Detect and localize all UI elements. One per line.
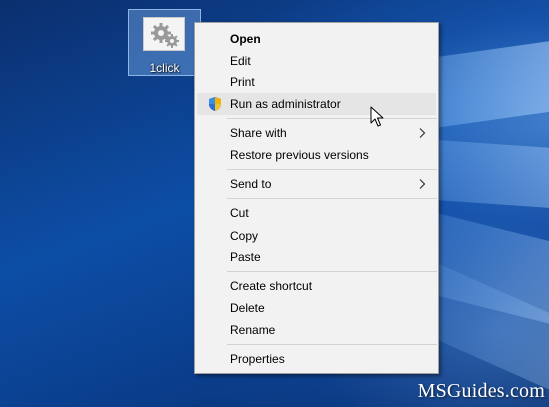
menu-item-run-as-administrator[interactable]: Run as administrator bbox=[197, 93, 436, 115]
menu-separator bbox=[227, 344, 437, 345]
desktop-background: 1click Open Edit Print Run as administra… bbox=[0, 0, 549, 407]
menu-separator bbox=[227, 169, 437, 170]
menu-item-label: Create shortcut bbox=[230, 279, 313, 293]
desktop-icon-1click[interactable]: 1click bbox=[128, 9, 201, 76]
mouse-pointer-icon bbox=[370, 106, 384, 127]
menu-item-label: Edit bbox=[230, 54, 251, 68]
uac-shield-icon bbox=[209, 97, 221, 111]
menu-item-restore-previous-versions[interactable]: Restore previous versions bbox=[197, 144, 436, 166]
menu-item-label: Share with bbox=[230, 126, 287, 140]
menu-separator bbox=[227, 198, 437, 199]
desktop-icon-label: 1click bbox=[149, 61, 180, 75]
menu-item-label: Open bbox=[230, 32, 261, 46]
menu-item-label: Delete bbox=[230, 301, 265, 315]
menu-item-print[interactable]: Print bbox=[197, 71, 436, 93]
chevron-right-icon bbox=[419, 179, 426, 189]
context-menu: Open Edit Print Run as administrator Sha… bbox=[194, 22, 439, 374]
menu-item-label: Run as administrator bbox=[230, 97, 341, 111]
menu-item-open[interactable]: Open bbox=[197, 28, 436, 50]
menu-item-create-shortcut[interactable]: Create shortcut bbox=[197, 275, 436, 297]
menu-item-send-to[interactable]: Send to bbox=[197, 173, 436, 195]
menu-item-delete[interactable]: Delete bbox=[197, 297, 436, 319]
watermark: MSGuides.com bbox=[417, 380, 545, 402]
menu-item-label: Rename bbox=[230, 323, 276, 337]
menu-item-cut[interactable]: Cut bbox=[197, 202, 436, 224]
menu-item-label: Paste bbox=[230, 250, 261, 264]
menu-item-label: Cut bbox=[230, 206, 249, 220]
gears-icon bbox=[143, 17, 185, 51]
menu-item-label: Copy bbox=[230, 229, 259, 243]
menu-item-edit[interactable]: Edit bbox=[197, 50, 436, 72]
menu-item-properties[interactable]: Properties bbox=[197, 348, 436, 370]
menu-item-label: Send to bbox=[230, 177, 272, 191]
menu-item-label: Restore previous versions bbox=[230, 148, 369, 162]
menu-separator bbox=[227, 118, 437, 119]
menu-separator bbox=[227, 271, 437, 272]
menu-item-paste[interactable]: Paste bbox=[197, 246, 436, 268]
chevron-right-icon bbox=[419, 128, 426, 138]
menu-item-label: Print bbox=[230, 75, 255, 89]
menu-item-share-with[interactable]: Share with bbox=[197, 122, 436, 144]
menu-item-copy[interactable]: Copy bbox=[197, 225, 436, 247]
menu-item-rename[interactable]: Rename bbox=[197, 319, 436, 341]
menu-item-label: Properties bbox=[230, 352, 285, 366]
